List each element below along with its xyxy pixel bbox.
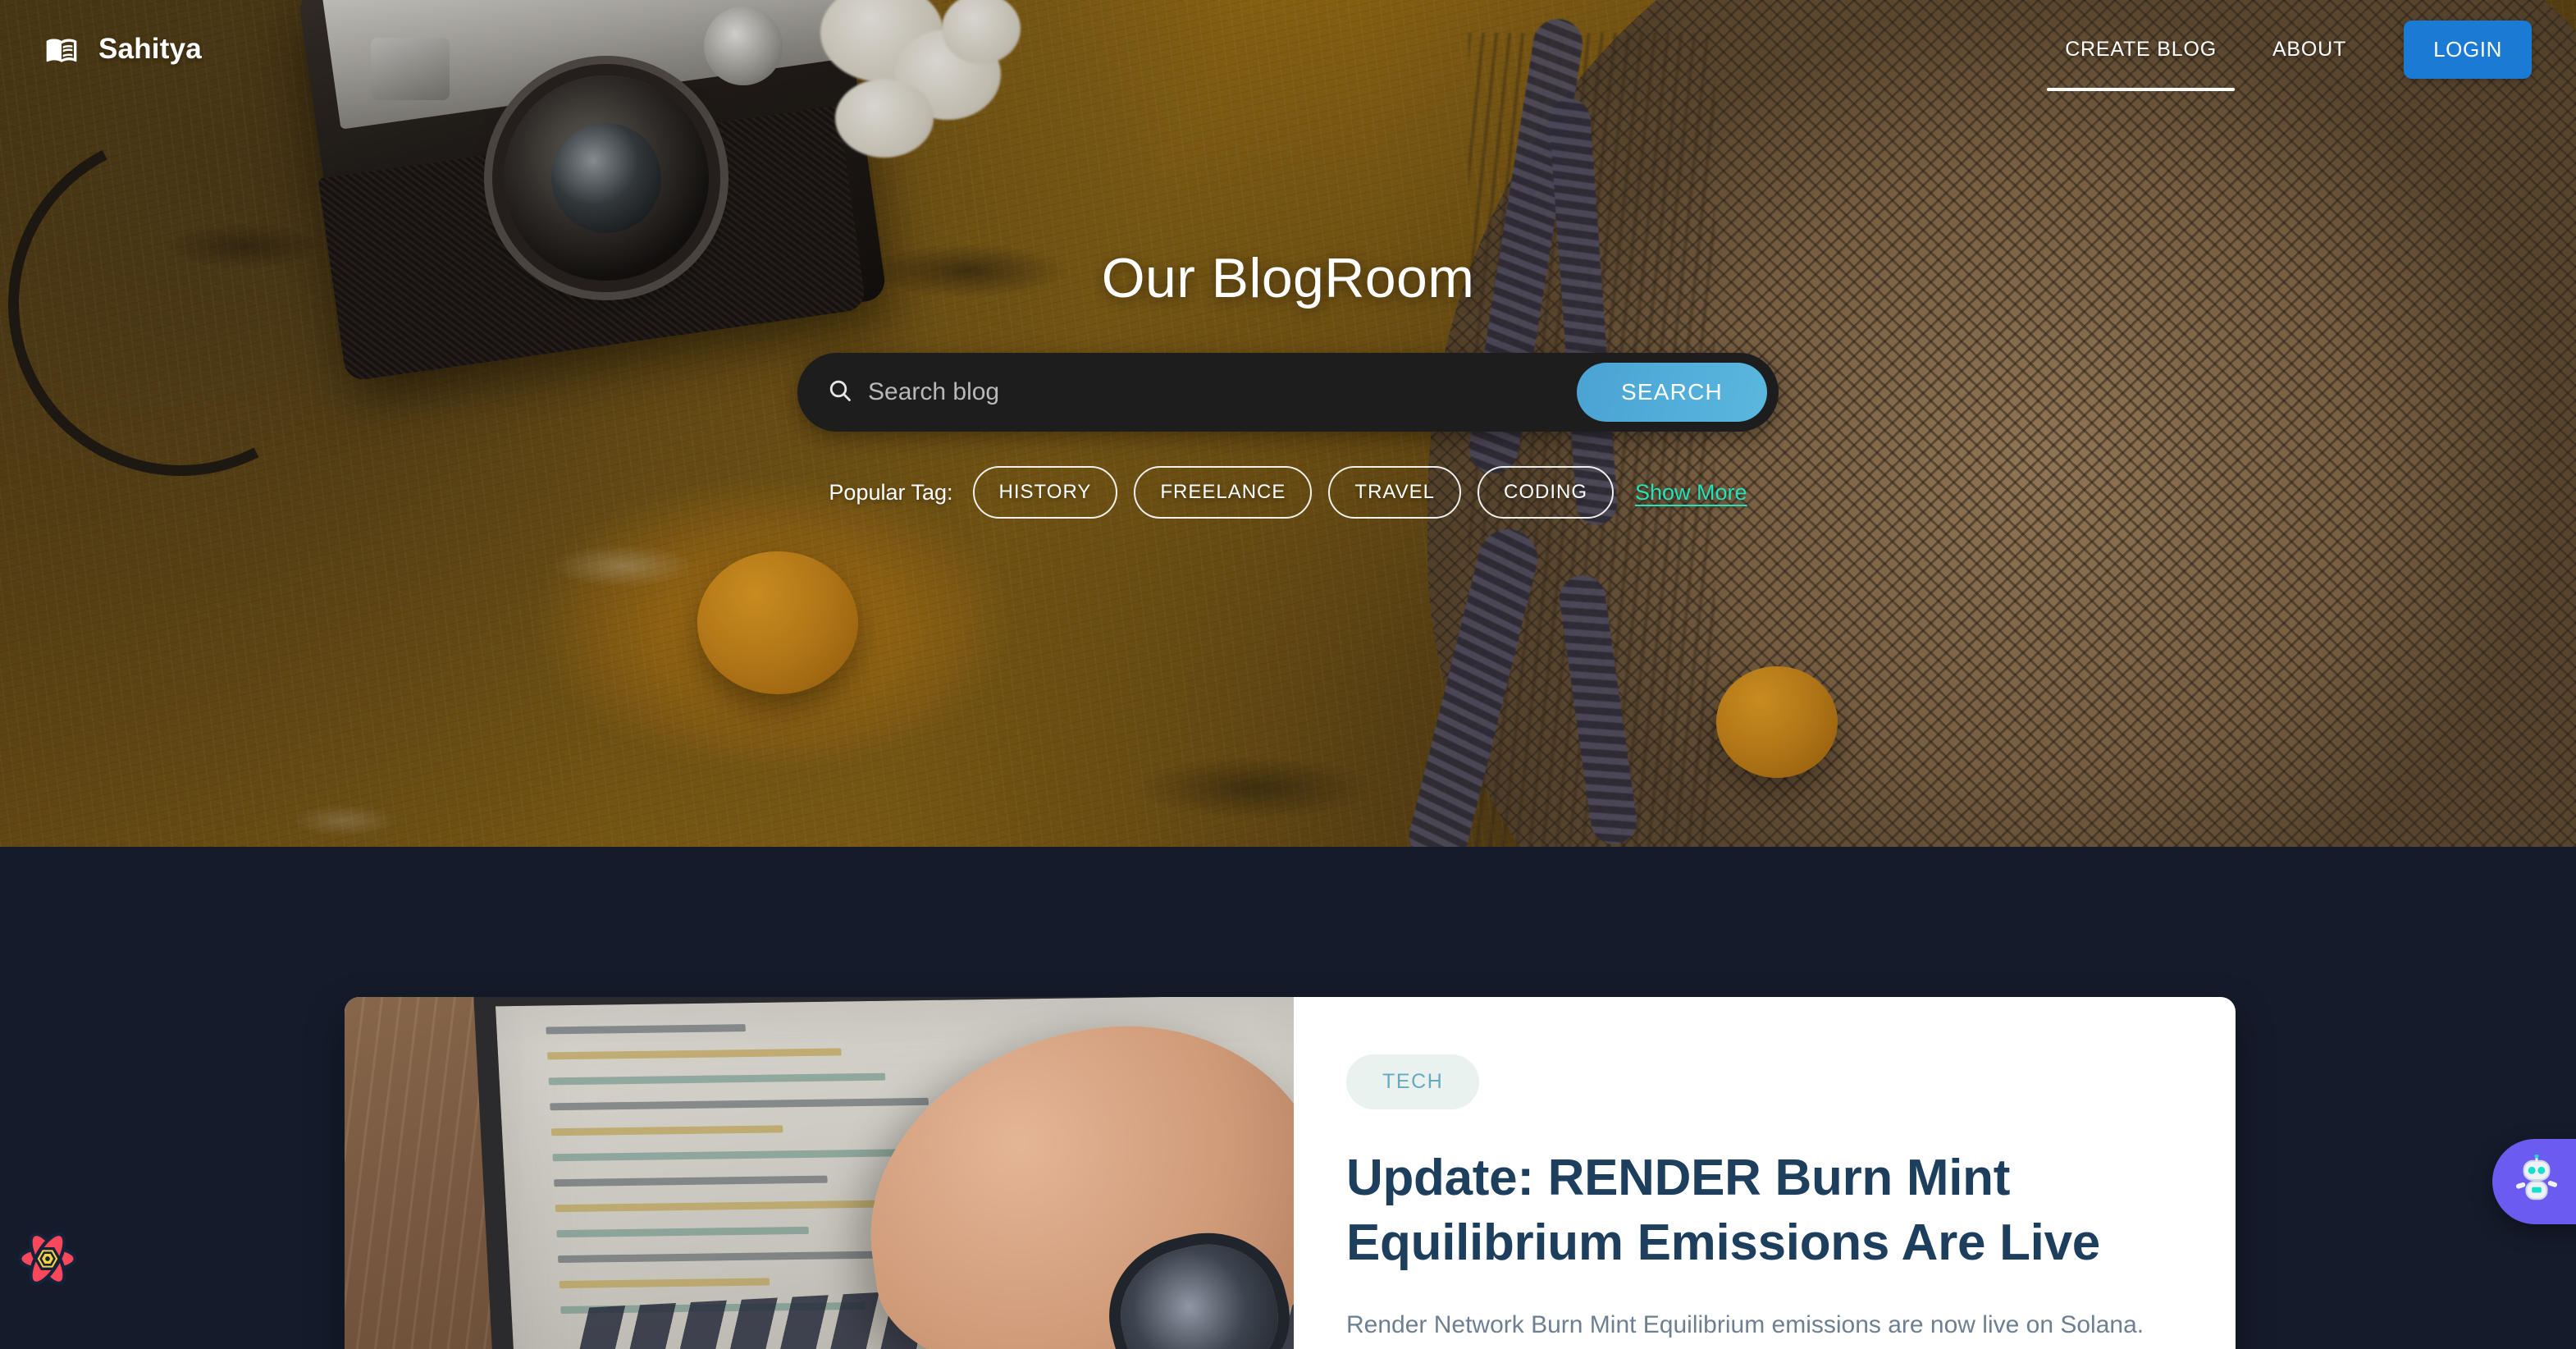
blog-card-image: [345, 997, 1294, 1349]
hero-content: Our BlogRoom SEARCH Popular Tag: HISTORY…: [0, 246, 2576, 519]
blog-card-excerpt: Render Network Burn Mint Equilibrium emi…: [1346, 1310, 2144, 1338]
nav-link-create-blog[interactable]: CREATE BLOG: [2037, 30, 2245, 91]
login-button[interactable]: LOGIN: [2404, 20, 2532, 79]
blog-card[interactable]: TECH Update: RENDER Burn Mint Equilibriu…: [345, 997, 2236, 1349]
tag-history[interactable]: HISTORY: [972, 466, 1118, 519]
tag-freelance[interactable]: FREELANCE: [1134, 466, 1313, 519]
menu-book-icon: [43, 33, 80, 66]
brand-name: Sahitya: [98, 33, 202, 65]
popular-tags: Popular Tag: HISTORY FREELANCE TRAVEL CO…: [829, 466, 1747, 519]
search-input[interactable]: [868, 353, 1577, 432]
hero-section: Sahitya CREATE BLOG ABOUT LOGIN Our Blog…: [0, 0, 2576, 847]
show-more-link[interactable]: Show More: [1635, 480, 1747, 505]
page-title: Our BlogRoom: [1101, 247, 1475, 309]
category-badge[interactable]: TECH: [1346, 1054, 1480, 1109]
search-bar: SEARCH: [797, 353, 1779, 432]
robot-icon: [2511, 1153, 2570, 1210]
blog-card-title[interactable]: Update: RENDER Burn Mint Equilibrium Emi…: [1346, 1146, 2183, 1276]
popular-tags-label: Popular Tag:: [829, 479, 953, 505]
search-icon: [827, 377, 868, 408]
tag-coding[interactable]: CODING: [1478, 466, 1614, 519]
nav-links: CREATE BLOG ABOUT LOGIN: [2037, 20, 2532, 91]
navbar: Sahitya CREATE BLOG ABOUT LOGIN: [0, 0, 2576, 98]
page-root: Sahitya CREATE BLOG ABOUT LOGIN Our Blog…: [0, 0, 2576, 1349]
search-button[interactable]: SEARCH: [1577, 363, 1767, 422]
atom-icon[interactable]: [13, 1224, 82, 1293]
blog-list-section: TECH Update: RENDER Burn Mint Equilibriu…: [0, 847, 2576, 1349]
nav-link-about[interactable]: ABOUT: [2245, 30, 2374, 70]
brand-logo[interactable]: Sahitya: [43, 33, 202, 66]
tag-travel[interactable]: TRAVEL: [1328, 466, 1461, 519]
chat-widget-button[interactable]: [2492, 1139, 2576, 1224]
blog-card-body: TECH Update: RENDER Burn Mint Equilibriu…: [1294, 997, 2236, 1349]
